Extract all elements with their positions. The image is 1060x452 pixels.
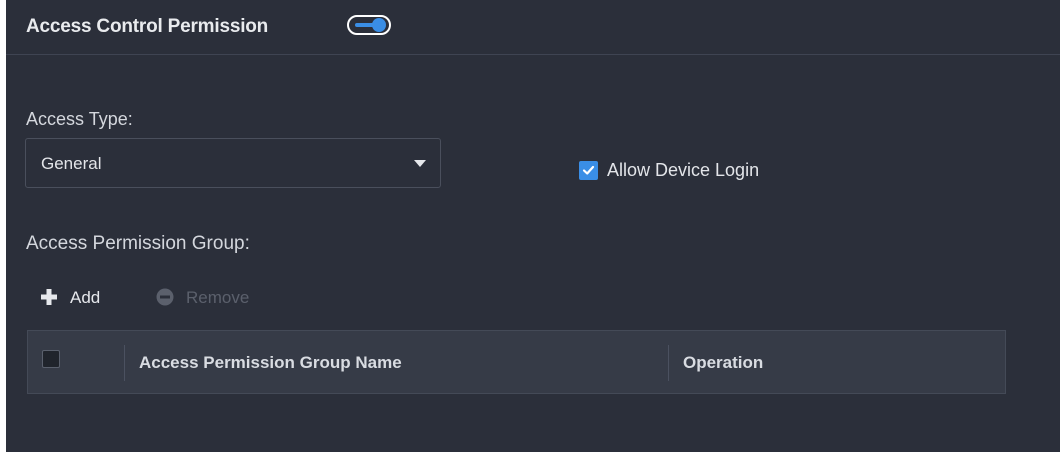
remove-label: Remove [186,288,250,307]
section-title: Access Control Permission [26,16,269,37]
access-type-label: Access Type: [26,109,133,129]
column-divider [124,345,125,381]
access-type-select[interactable]: General [25,138,441,188]
caret-down-icon [414,160,426,167]
column-header-operation: Operation [683,353,764,372]
access-type-value: General [41,154,102,173]
toggle-knob-icon [372,18,386,32]
permission-group-table: Access Permission Group Name Operation [27,330,1006,394]
add-label: Add [70,288,101,307]
select-all-checkbox[interactable] [42,350,60,368]
permission-group-label: Access Permission Group: [26,233,250,254]
allow-device-login-label: Allow Device Login [607,160,760,180]
checkmark-icon [579,161,598,180]
section-header: Access Control Permission [6,0,1060,55]
access-control-panel: Access Control Permission Access Type: G… [6,0,1060,452]
plus-icon [40,288,58,306]
minus-circle-icon [156,288,174,306]
access-control-toggle[interactable] [347,15,391,35]
column-header-group-name: Access Permission Group Name [139,353,402,372]
column-divider [668,345,669,381]
